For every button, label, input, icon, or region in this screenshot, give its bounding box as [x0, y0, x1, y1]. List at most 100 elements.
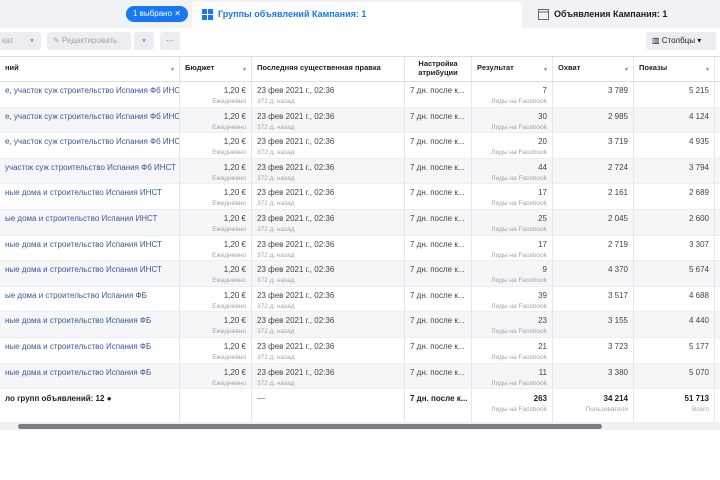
columns-icon: ▥ [652, 36, 662, 45]
last-edit-cell: 23 фев 2021 г., 02:36 372 д. назад [252, 261, 405, 286]
result-cell: 23 Лиды на Facebook [472, 312, 553, 337]
reach-cell: 4 370 [553, 261, 634, 286]
last-edit-cell: 23 фев 2021 г., 02:36 372 д. назад [252, 363, 405, 389]
edit-label: Редактировать [61, 36, 118, 45]
result-cell: 21 Лиды на Facebook [472, 338, 553, 363]
ad-group-name-link[interactable]: ные дома и строительство Испания ИНСТ [5, 240, 162, 249]
result-cell: 39 Лиды на Facebook [472, 286, 553, 312]
ad-group-name-link[interactable]: ные дома и строительство Испания ИНСТ [5, 265, 162, 274]
pencil-icon: ✎ [53, 36, 62, 45]
table-row[interactable]: ные дома и строительство Испания ИНСТ 1,… [0, 235, 720, 262]
sort-icon: ▾ [170, 67, 174, 73]
table-row[interactable]: е, участок суж строительство Испания Фб … [0, 82, 720, 108]
ad-group-name-link[interactable]: е, участок суж строительство Испания Фб … [5, 137, 179, 146]
result-cell: 9 Лиды на Facebook [472, 261, 553, 286]
table-row[interactable]: ные дома и строительство Испания ФБ 1,20… [0, 363, 720, 390]
edit-button[interactable]: ✎ Редактировать [47, 32, 131, 50]
columns-button[interactable]: ▥ Столбцы ▾ [646, 32, 716, 50]
ad-group-name-link[interactable]: ные дома и строительство Испания ФБ [5, 316, 151, 325]
ad-group-name-link[interactable]: ые дома и строительство Испания ФБ [5, 291, 147, 300]
reach-cell: 2 724 [553, 158, 634, 184]
table-row[interactable]: ные дома и строительство Испания ИНСТ 1,… [0, 184, 720, 210]
clear-selection-icon[interactable]: ✕ [174, 9, 181, 18]
attribution-cell: 7 дн. после к... [405, 261, 472, 286]
ad-group-name-link[interactable]: ые дома и строительство Испания ИНСТ [5, 214, 157, 223]
edit-dropdown-button[interactable]: ▾ [134, 32, 154, 50]
table-row[interactable]: ые дома и строительство Испания ИНСТ 1,2… [0, 210, 720, 236]
attribution-cell: 7 дн. после к... [405, 184, 472, 209]
budget-cell: 1,20 € Ежедневно [180, 312, 252, 337]
attribution-cell: 7 дн. после к... [405, 133, 472, 158]
total-date: — [252, 390, 405, 422]
total-label: ло групп объявлений: 12 ● [0, 390, 180, 422]
attribution-cell: 7 дн. после к... [405, 235, 472, 261]
col-result[interactable]: Результат ▾ [472, 57, 553, 81]
tab-ad-groups[interactable]: Группы объявлений Кампания: 1 [192, 2, 522, 28]
result-cell: 17 Лиды на Facebook [472, 235, 553, 261]
toolbar: кат ▾ ✎ Редактировать ▾ ··· ▥ Столбцы ▾ [0, 28, 720, 56]
horizontal-scrollbar[interactable] [18, 424, 602, 429]
ad-group-name-link[interactable]: е, участок суж строительство Испания Фб … [5, 112, 179, 121]
budget-cell: 1,20 € Ежедневно [180, 133, 252, 158]
attribution-cell: 7 дн. после к... [405, 107, 472, 133]
col-budget[interactable]: Бюджет ▾ [180, 57, 252, 81]
impressions-cell: 4 688 [634, 286, 715, 312]
ad-group-name-link[interactable]: участок суж строительство Испания Фб ИНС… [5, 163, 176, 172]
reach-cell: 3 719 [553, 133, 634, 158]
impressions-cell: 5 215 [634, 82, 715, 107]
table-row[interactable]: е, участок суж строительство Испания Фб … [0, 133, 720, 159]
chevron-down-icon: ▾ [141, 36, 146, 45]
budget-cell: 1,20 € Ежедневно [180, 235, 252, 261]
col-impressions[interactable]: Показы ▾ [634, 57, 715, 81]
result-cell: 20 Лиды на Facebook [472, 133, 553, 158]
result-cell: 25 Лиды на Facebook [472, 210, 553, 235]
budget-cell: 1,20 € Ежедневно [180, 286, 252, 312]
col-reach[interactable]: Охват ▾ [553, 57, 634, 81]
result-cell: 17 Лиды на Facebook [472, 184, 553, 209]
ad-group-name-link[interactable]: ные дома и строительство Испания ФБ [5, 342, 151, 351]
table-row[interactable]: ные дома и строительство Испания ИНСТ 1,… [0, 261, 720, 287]
last-edit-cell: 23 фев 2021 г., 02:36 372 д. назад [252, 210, 405, 235]
table-row[interactable]: участок суж строительство Испания Фб ИНС… [0, 158, 720, 185]
attribution-cell: 7 дн. после к... [405, 158, 472, 184]
reach-cell: 2 719 [553, 235, 634, 261]
attribution-cell: 7 дн. после к... [405, 286, 472, 312]
last-edit-cell: 23 фев 2021 г., 02:36 372 д. назад [252, 338, 405, 363]
ad-group-name-link[interactable]: ные дома и строительство Испания ФБ [5, 368, 151, 377]
col-attribution[interactable]: Настройка атрибуции [405, 57, 472, 81]
attribution-cell: 7 дн. после к... [405, 363, 472, 389]
dropdown-button[interactable]: ▾ [23, 32, 41, 50]
total-attribution: 7 дн. после к... [405, 390, 472, 422]
grid-icon [202, 9, 213, 21]
more-button[interactable]: ··· [160, 32, 180, 50]
ad-group-name-link[interactable]: е, участок суж строительство Испания Фб … [5, 86, 179, 95]
total-result: 263 Лиды на Facebook [472, 390, 553, 422]
last-edit-cell: 23 фев 2021 г., 02:36 372 д. назад [252, 107, 405, 133]
budget-cell: 1,20 € Ежедневно [180, 82, 252, 107]
impressions-cell: 4 440 [634, 312, 715, 337]
last-edit-cell: 23 фев 2021 г., 02:36 372 д. назад [252, 286, 405, 312]
table-row[interactable]: е, участок суж строительство Испания Фб … [0, 107, 720, 134]
reach-cell: 3 380 [553, 363, 634, 389]
selection-badge[interactable]: 1 выбрано ✕ [126, 6, 188, 22]
table-row[interactable]: ые дома и строительство Испания ФБ 1,20 … [0, 286, 720, 313]
impressions-cell: 5 177 [634, 338, 715, 363]
top-bar: 1 выбрано ✕ Группы объявлений Кампания: … [0, 0, 720, 28]
attribution-cell: 7 дн. после к... [405, 82, 472, 107]
tab-label: Объявления Кампания: 1 [554, 9, 668, 19]
col-name[interactable]: ний ▾ [0, 57, 180, 81]
info-icon: ● [106, 394, 112, 403]
impressions-cell: 3 794 [634, 158, 715, 184]
table-header: ний ▾ Бюджет ▾ Последняя существенная прав… [0, 56, 720, 82]
table-row[interactable]: ные дома и строительство Испания ФБ 1,20… [0, 338, 720, 364]
table-row[interactable]: ные дома и строительство Испания ФБ 1,20… [0, 312, 720, 338]
col-last-edit[interactable]: Последняя существенная правка [252, 57, 405, 81]
impressions-cell: 2 600 [634, 210, 715, 235]
budget-cell: 1,20 € Ежедневно [180, 158, 252, 184]
ad-icon [538, 9, 549, 21]
tab-label: Группы объявлений Кампания: 1 [218, 9, 367, 19]
ad-group-name-link[interactable]: ные дома и строительство Испания ИНСТ [5, 188, 162, 197]
tab-ads[interactable]: Объявления Кампания: 1 [528, 2, 720, 28]
last-edit-cell: 23 фев 2021 г., 02:36 372 д. назад [252, 82, 405, 107]
last-edit-cell: 23 фев 2021 г., 02:36 372 д. назад [252, 133, 405, 158]
